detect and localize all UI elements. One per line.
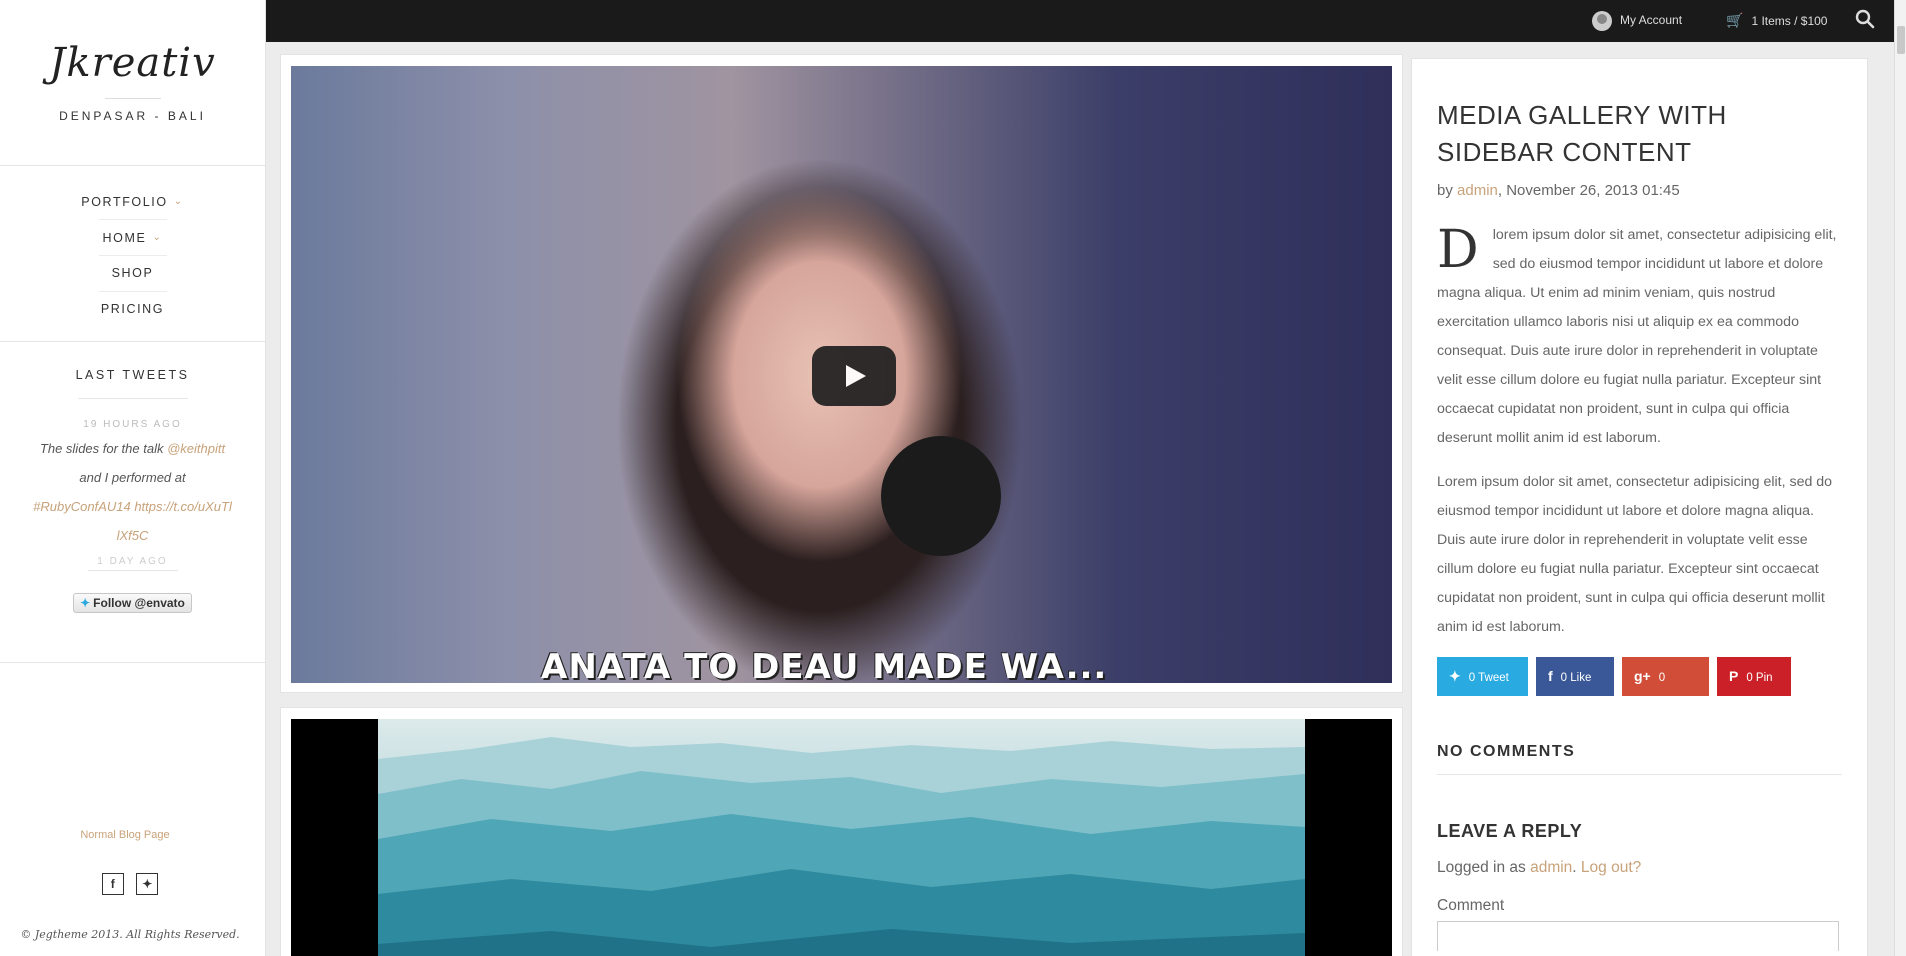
post-paragraph: Lorem ipsum dolor sit amet, consectetur … <box>1437 474 1833 635</box>
my-account-link[interactable]: My Account <box>1592 10 1682 31</box>
google-share-button[interactable]: g+ 0 Share <box>1622 657 1709 723</box>
tweet-button[interactable]: ✦ 0 Tweet <box>1437 657 1528 696</box>
pin-count: 0 Pin <box>1746 672 1773 684</box>
tweet-text-part: The slides for the talk <box>39 441 168 456</box>
page-scrollbar[interactable] <box>1894 0 1906 956</box>
post-title: MEDIA GALLERY WITH SIDEBAR CONTENT <box>1437 100 1727 167</box>
twitter-icon: ✦ <box>1449 668 1461 684</box>
main-nav: PORTFOLIO ⌄ HOME ⌄ SHOP PRICING <box>0 166 265 342</box>
tweets-divider <box>77 398 188 399</box>
logo-divider <box>104 98 161 99</box>
comment-label: Comment <box>1437 897 1505 914</box>
scrollbar-thumb[interactable] <box>1897 26 1905 54</box>
copyright-text: © Jegtheme 2013. All Rights Reserved. <box>20 928 240 941</box>
logged-user-link[interactable]: admin <box>1530 859 1572 876</box>
facebook-icon: f <box>1548 668 1553 684</box>
tweets-heading: LAST TWEETS <box>75 368 190 382</box>
logged-in-prefix: Logged in as <box>1437 859 1531 876</box>
left-sidebar: Jkreativ DENPASAR - BALI PORTFOLIO ⌄ HOME… <box>0 0 266 956</box>
paragraph-text: lorem ipsum dolor sit amet, consectetur … <box>1437 227 1837 446</box>
cart-summary: 1 Items / $100 <box>1751 14 1828 28</box>
tweet-time-next: 1 DAY AGO <box>97 556 168 566</box>
author-link[interactable]: admin <box>1457 182 1498 199</box>
tweet-text: The slides for the talk @keithpitt and I… <box>33 434 233 550</box>
share-buttons: ✦ 0 Tweet f 0 Like g+ 0 Share P 0 Pin <box>1437 657 1842 723</box>
post-content: MEDIA GALLERY WITH SIDEBAR CONTENT by ad… <box>1411 58 1868 956</box>
leave-reply-heading: LEAVE A REPLY <box>1437 821 1583 841</box>
logged-in-separator: . <box>1572 859 1581 876</box>
tweet-mention-link[interactable]: @keithpitt <box>167 441 225 456</box>
like-count: 0 Like <box>1560 672 1592 684</box>
dropcap: D <box>1437 220 1479 280</box>
twitter-bird-icon: ✦ <box>80 596 91 610</box>
twitter-icon[interactable]: ✦ <box>136 873 159 895</box>
tweets-widget: LAST TWEETS 19 HOURS AGO The slides for … <box>0 342 265 663</box>
my-account-label: My Account <box>1620 13 1683 27</box>
chevron-down-icon: ⌄ <box>152 232 163 243</box>
pin-button[interactable]: P 0 Pin <box>1717 657 1791 696</box>
tweet-hashtag-link[interactable]: #RubyConfAU14 <box>33 499 131 514</box>
normal-blog-link[interactable]: Normal Blog Page <box>0 829 250 841</box>
post-date: , November 26, 2013 01:45 <box>1497 182 1680 199</box>
post-paragraph: Dlorem ipsum dolor sit amet, consectetur… <box>1437 221 1842 453</box>
social-links: f ✦ <box>0 873 260 895</box>
nav-item-label: SHOP <box>111 266 154 280</box>
tweets-bottom-divider <box>87 570 178 571</box>
no-comments-heading: NO COMMENTS <box>1437 743 1842 775</box>
logout-link[interactable]: Log out? <box>1581 859 1641 876</box>
comment-textarea[interactable] <box>1437 921 1839 951</box>
like-button[interactable]: f 0 Like <box>1536 657 1614 696</box>
nav-item-label: PORTFOLIO <box>81 195 168 209</box>
follow-button-label: Follow @envato <box>93 596 185 610</box>
video-subtitle: ANATA TO DEAU MADE WA... <box>541 647 1108 683</box>
video-player[interactable]: ANATA TO DEAU MADE WA... <box>291 66 1392 683</box>
pinterest-icon: P <box>1729 668 1739 684</box>
facebook-icon[interactable]: f <box>101 873 124 895</box>
cart-icon: 🛒 <box>1726 12 1744 28</box>
site-header: Jkreativ DENPASAR - BALI <box>0 0 265 166</box>
cart-link[interactable]: 🛒 1 Items / $100 <box>1726 10 1827 31</box>
play-button[interactable] <box>812 346 896 406</box>
google-plus-icon: g+ <box>1634 668 1651 684</box>
logged-in-text: Logged in as admin. Log out? <box>1437 859 1842 877</box>
avatar-icon <box>1592 10 1612 31</box>
nav-item-pricing[interactable]: PRICING <box>0 292 265 327</box>
tweet-url-link[interactable]: https://t.co/uXuTllXf5C <box>117 499 232 543</box>
tweet-text-part: and I performed at <box>79 470 186 485</box>
search-icon[interactable] <box>1854 8 1876 30</box>
landscape-image[interactable] <box>291 719 1392 956</box>
byline-prefix: by <box>1437 182 1458 199</box>
post-byline: by admin, November 26, 2013 01:45 <box>1437 182 1842 199</box>
nav-item-shop[interactable]: SHOP <box>0 256 265 291</box>
top-bar: My Account 🛒 1 Items / $100 <box>266 0 1906 42</box>
nav-item-label: PRICING <box>100 302 165 316</box>
follow-button[interactable]: ✦ Follow @envato <box>73 593 192 613</box>
media-item-video: ANATA TO DEAU MADE WA... <box>280 54 1403 693</box>
nav-item-home[interactable]: HOME ⌄ <box>0 220 265 255</box>
video-frame-detail <box>881 436 1001 556</box>
site-tagline: DENPASAR - BALI <box>59 109 206 123</box>
media-item-image <box>280 707 1403 956</box>
site-logo[interactable]: Jkreativ <box>0 40 265 86</box>
mountain-ridges <box>378 737 1305 956</box>
tweet-time: 19 HOURS AGO <box>83 419 182 430</box>
nav-item-label: HOME <box>102 231 147 245</box>
tweet-count: 0 Tweet <box>1468 672 1509 684</box>
nav-item-portfolio[interactable]: PORTFOLIO ⌄ <box>0 184 265 219</box>
chevron-down-icon: ⌄ <box>173 196 184 207</box>
